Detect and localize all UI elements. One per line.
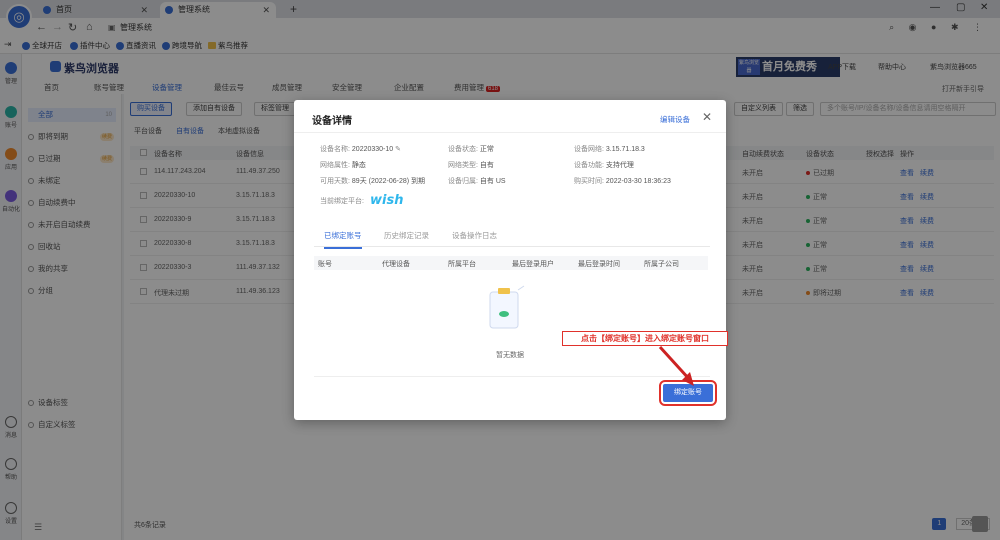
bind-account-button[interactable]: 绑定账号 xyxy=(659,380,717,406)
network-attr-field: 网络属性: 静态 xyxy=(320,162,366,169)
bound-accounts-table-header: 账号 代理设备 所属平台 最后登录用户 最后登录时间 所属子公司 xyxy=(314,256,708,270)
pencil-icon[interactable]: ✎ xyxy=(395,146,401,153)
device-function-field: 设备功能: 支持代理 xyxy=(574,162,634,169)
purchase-time-field: 购买时间: 2022-03-30 18:36:23 xyxy=(574,178,671,185)
modal-title: 设备详情 xyxy=(312,116,352,127)
wish-logo: wish xyxy=(370,193,404,208)
device-region-field: 设备归属: 自有 US xyxy=(448,178,506,185)
days-available-field: 可用天数: 89天 (2022-06-28) 到期 xyxy=(320,178,426,185)
network-type-field: 网络类型: 自有 xyxy=(448,162,494,169)
device-network-field: 设备网络: 3.15.71.18.3 xyxy=(574,146,645,153)
instruction-callout: 点击【绑定账号】进入绑定账号窗口 xyxy=(562,331,728,346)
empty-state-icon xyxy=(489,285,525,329)
tab-operation-log[interactable]: 设备操作日志 xyxy=(452,230,497,241)
bound-platform-label: 当前绑定平台: xyxy=(320,198,364,205)
edit-device-link[interactable]: 编辑设备 xyxy=(660,114,690,125)
close-icon[interactable]: ✕ xyxy=(702,110,712,124)
device-status-field: 设备状态: 正常 xyxy=(448,146,494,153)
modal-bottom-divider xyxy=(314,376,710,377)
device-detail-modal: 设备详情 编辑设备 ✕ 设备名称: 20220330-10 ✎ 设备状态: 正常… xyxy=(294,100,726,420)
tab-bind-history[interactable]: 历史绑定记录 xyxy=(384,230,429,241)
empty-state-text: 暂无数据 xyxy=(496,352,524,359)
floating-widget-icon[interactable] xyxy=(972,516,988,532)
modal-divider xyxy=(294,132,726,133)
tab-underline xyxy=(314,246,710,247)
device-name-field: 设备名称: 20220330-10 ✎ xyxy=(320,146,401,153)
